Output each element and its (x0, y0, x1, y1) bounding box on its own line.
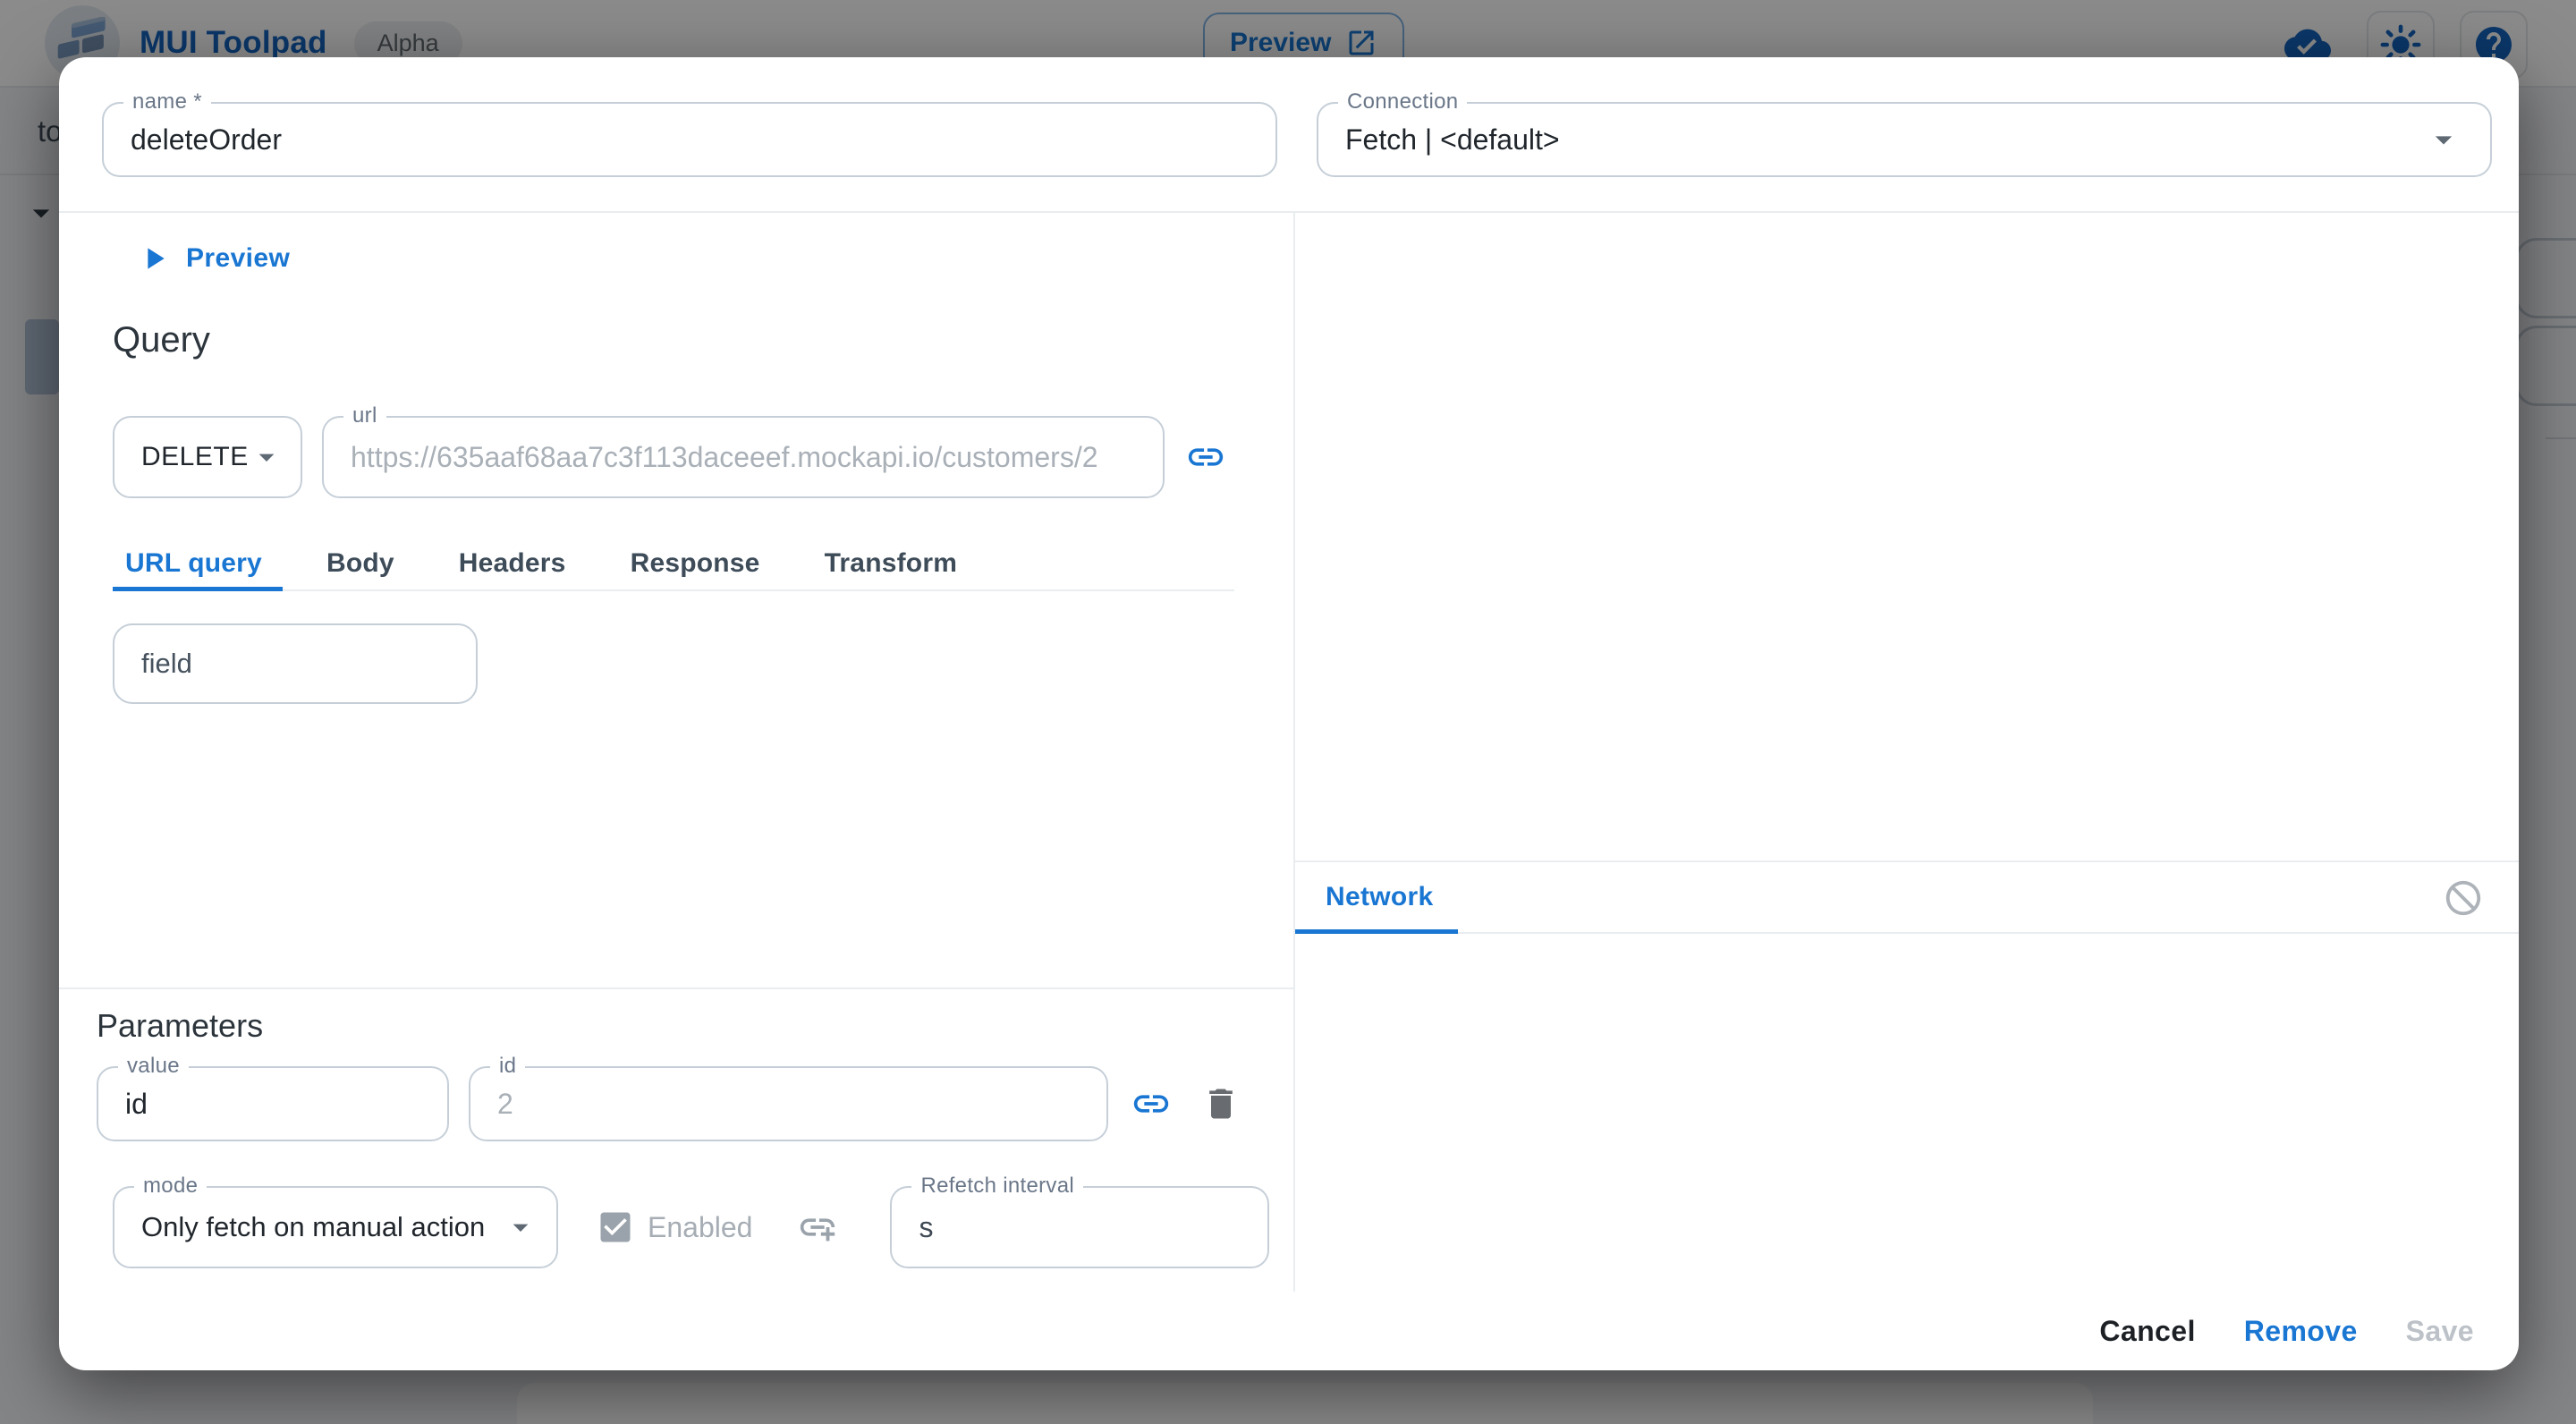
network-log-area (1295, 934, 2519, 1292)
refetch-interval-value: s (919, 1211, 933, 1244)
query-pane: Preview Query DELETE url https://635aaf6… (59, 213, 1293, 987)
name-field-label: name * (123, 89, 211, 114)
url-input-placeholder: https://635aaf68aa7c3f113daceeef.mockapi… (351, 441, 1098, 474)
add-link-icon (797, 1207, 838, 1248)
preview-panel: Network (1295, 213, 2519, 1292)
query-heading: Query (113, 320, 1234, 360)
dropdown-arrow-icon (503, 1209, 538, 1245)
param-name-value: id (125, 1088, 148, 1121)
delete-parameter-button[interactable] (1192, 1075, 1250, 1132)
mode-select[interactable]: mode Only fetch on manual action (113, 1186, 558, 1268)
tab-response[interactable]: Response (598, 538, 792, 589)
run-preview-button[interactable]: Preview (136, 238, 1234, 279)
dialog-body: Preview Query DELETE url https://635aaf6… (59, 213, 2519, 1292)
url-query-field-value: field (141, 648, 192, 680)
name-field[interactable]: name * deleteOrder (102, 102, 1277, 177)
enabled-checkbox-label: Enabled (648, 1211, 752, 1244)
dropdown-arrow-icon (2424, 120, 2463, 159)
save-button[interactable]: Save (2386, 1315, 2494, 1348)
parameter-row: value id id 2 (97, 1066, 1293, 1141)
http-method-select[interactable]: DELETE (113, 416, 302, 498)
param-name-input[interactable]: value id (97, 1066, 449, 1141)
dialog-actions: Cancel Remove Save (59, 1292, 2519, 1370)
param-value-placeholder: 2 (497, 1088, 513, 1121)
enabled-checkbox[interactable] (596, 1208, 635, 1247)
network-tab-indicator (1295, 929, 1458, 934)
trash-icon (1201, 1084, 1241, 1123)
param-name-label: value (118, 1054, 189, 1079)
query-tabs: URL query Body Headers Response Transfor… (113, 538, 1234, 591)
mode-select-value: Only fetch on manual action (141, 1211, 485, 1243)
screen: MUI Toolpad Alpha Preview (0, 0, 2576, 1424)
tab-transform[interactable]: Transform (792, 538, 990, 589)
network-tabbar: Network (1295, 860, 2519, 934)
http-method-value: DELETE (141, 442, 249, 472)
url-input-label: url (343, 403, 386, 428)
checkbox-checked-icon (596, 1208, 635, 1247)
tab-headers[interactable]: Headers (427, 538, 598, 589)
parameters-section: Parameters value id id 2 (59, 987, 1293, 1292)
refetch-interval-label: Refetch interval (911, 1174, 1083, 1199)
param-value-input[interactable]: id 2 (469, 1066, 1108, 1141)
tab-url-query[interactable]: URL query (113, 538, 294, 589)
query-editor-dialog: name * deleteOrder Connection Fetch | <d… (59, 57, 2519, 1370)
bind-url-button[interactable] (1177, 428, 1234, 486)
connection-select-value: Fetch | <default> (1345, 123, 1560, 157)
url-query-field-input[interactable]: field (113, 623, 478, 704)
block-icon (2443, 877, 2484, 919)
link-icon (1185, 437, 1226, 478)
refetch-interval-input[interactable]: Refetch interval s (890, 1186, 1269, 1268)
active-tab-indicator (113, 587, 283, 591)
clear-network-log-button[interactable] (2435, 869, 2492, 927)
tab-network[interactable]: Network (1295, 882, 1433, 912)
query-preview-area (1295, 213, 2519, 860)
dialog-header: name * deleteOrder Connection Fetch | <d… (59, 57, 2519, 213)
connection-select[interactable]: Connection Fetch | <default> (1317, 102, 2492, 177)
name-field-value: deleteOrder (131, 123, 282, 157)
bind-parameter-button[interactable] (1123, 1075, 1180, 1132)
connection-select-label: Connection (1338, 89, 1467, 114)
dropdown-arrow-icon (249, 439, 284, 475)
bind-enabled-button[interactable] (797, 1207, 838, 1248)
remove-button[interactable]: Remove (2224, 1315, 2377, 1348)
cancel-button[interactable]: Cancel (2080, 1315, 2215, 1348)
parameters-heading: Parameters (97, 1007, 1293, 1045)
link-icon (1131, 1083, 1172, 1124)
method-row: DELETE url https://635aaf68aa7c3f113dace… (113, 416, 1234, 498)
url-input[interactable]: url https://635aaf68aa7c3f113daceeef.moc… (322, 416, 1165, 498)
tab-body[interactable]: Body (294, 538, 427, 589)
query-settings-row: mode Only fetch on manual action Enabled (113, 1186, 1293, 1268)
query-editor-panel: Preview Query DELETE url https://635aaf6… (59, 213, 1295, 1292)
param-value-label: id (490, 1054, 525, 1079)
play-arrow-icon (136, 241, 172, 276)
run-preview-label: Preview (186, 243, 290, 274)
mode-select-label: mode (134, 1174, 207, 1199)
